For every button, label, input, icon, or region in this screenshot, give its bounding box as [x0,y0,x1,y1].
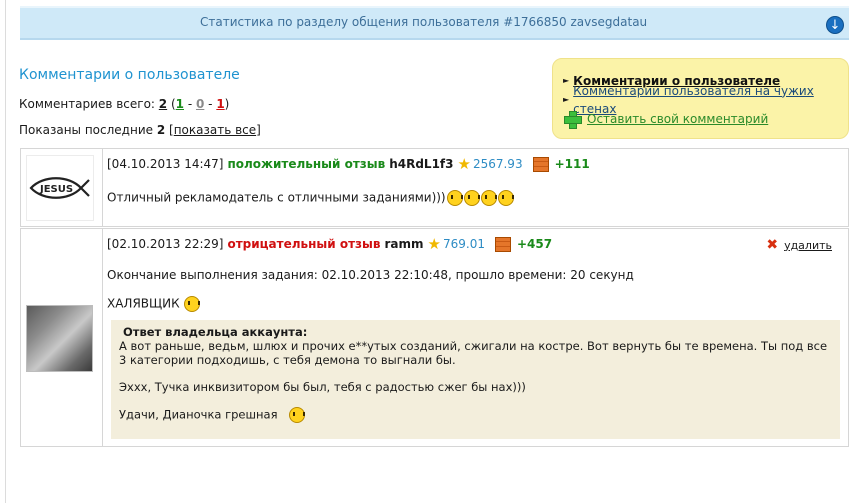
avatar-cell: JESUS [21,149,103,226]
thumbs-up-smiley-icon [463,190,480,206]
neutral-count-link[interactable]: 0 [196,97,204,111]
author-rating: 769.01 [442,237,485,251]
delete-button[interactable]: ✖ удалить [766,237,832,253]
reply-title: Ответ владельца аккаунта: [123,325,308,339]
brick-wall-icon[interactable] [494,236,511,252]
author-rating: 2567.93 [472,157,523,171]
sidebar-menu: ► Комментарии о пользователе ► Комментар… [552,58,849,139]
author-score: +457 [516,237,553,251]
thumbs-up-smiley-icon [446,190,463,206]
thumbs-up-smiley-icon [497,190,514,206]
chevron-down-circle-icon[interactable]: ↓ [826,16,844,34]
comment-row: [02.10.2013 22:29] отрицательный отзыв r… [20,228,849,447]
smiley-icon [289,407,306,423]
sad-smiley-icon [184,296,201,312]
author-score: +111 [554,157,590,171]
star-icon: ★ [457,155,471,173]
reply-paragraph: Удачи, Дианочка грешная [119,407,278,422]
review-type: отрицательный отзыв [227,237,381,251]
comments-list: JESUS [04.10.2013 14:47] положительный о… [20,148,849,448]
left-divider [5,0,6,503]
shown-count: 2 [156,123,166,137]
reply-paragraph: Эххх, Тучка инквизитором бы был, тебя с … [119,380,526,394]
comment-text-line: ХАЛЯВЩИК [107,296,201,312]
comment-date: [02.10.2013 22:29] [107,237,224,251]
owner-reply: Ответ владельца аккаунта: А вот раньше, … [111,320,840,439]
star-icon: ★ [427,235,441,253]
reply-paragraph: А вот раньше, ведьм, шлюх и прочих е**ут… [119,339,828,367]
delete-x-icon[interactable]: ✖ [766,237,778,253]
reply-signoff: Удачи, Дианочка грешная [119,407,832,423]
sidebar-item-label[interactable]: Оставить свой комментарий [587,110,768,128]
thumbs-up-smiley-icon [480,190,497,206]
avatar-cell [21,229,103,446]
shown-line: Показаны последние 2 [показать все] [19,123,261,137]
comment-row: JESUS [04.10.2013 14:47] положительный о… [20,148,849,227]
comment-author-link[interactable]: h4RdL1f3 [389,157,453,171]
total-count-link[interactable]: 2 [159,97,167,111]
comment-meta: [02.10.2013 22:29] отрицательный отзыв r… [107,235,552,253]
comment-text-line: Отличный рекламодатель с отличными задан… [107,190,514,206]
comments-total-line: Комментариев всего: 2 (1 - 0 - 1) [19,97,230,111]
review-type: положительный отзыв [227,157,386,171]
brick-wall-icon[interactable] [532,156,549,172]
show-all-link[interactable]: показать все [174,123,256,137]
avatar-text: JESUS [39,184,73,195]
comment-text: ХАЛЯВЩИК [107,296,180,311]
plus-icon[interactable] [563,110,582,129]
delete-label[interactable]: удалить [784,239,832,252]
jesus-fish-icon: JESUS [29,177,90,199]
positive-count-link[interactable]: 1 [176,97,184,111]
total-label: Комментариев всего: [19,97,155,111]
comment-date: [04.10.2013 14:47] [107,157,224,171]
comment-meta: [04.10.2013 14:47] положительный отзыв h… [107,155,590,173]
triangle-right-icon: ► [563,75,570,85]
comment-text: Отличный рекламодатель с отличными задан… [107,190,446,205]
comment-text-line: Окончание выполнения задания: 02.10.2013… [107,268,634,282]
stats-bar-title: Статистика по разделу общения пользовате… [200,15,648,29]
negative-count-link[interactable]: 1 [216,97,224,111]
stats-bar[interactable]: Статистика по разделу общения пользовате… [20,6,849,40]
sidebar-item-comments-on-walls[interactable]: ► Комментарии пользователя на чужих стен… [563,84,848,116]
triangle-right-icon: ► [563,94,570,104]
shown-label: Показаны последние [19,123,153,137]
avatar[interactable]: JESUS [26,155,94,221]
avatar[interactable] [26,305,93,372]
comment-author-link[interactable]: ramm [384,237,423,251]
page-title: Комментарии о пользователе [19,67,240,83]
